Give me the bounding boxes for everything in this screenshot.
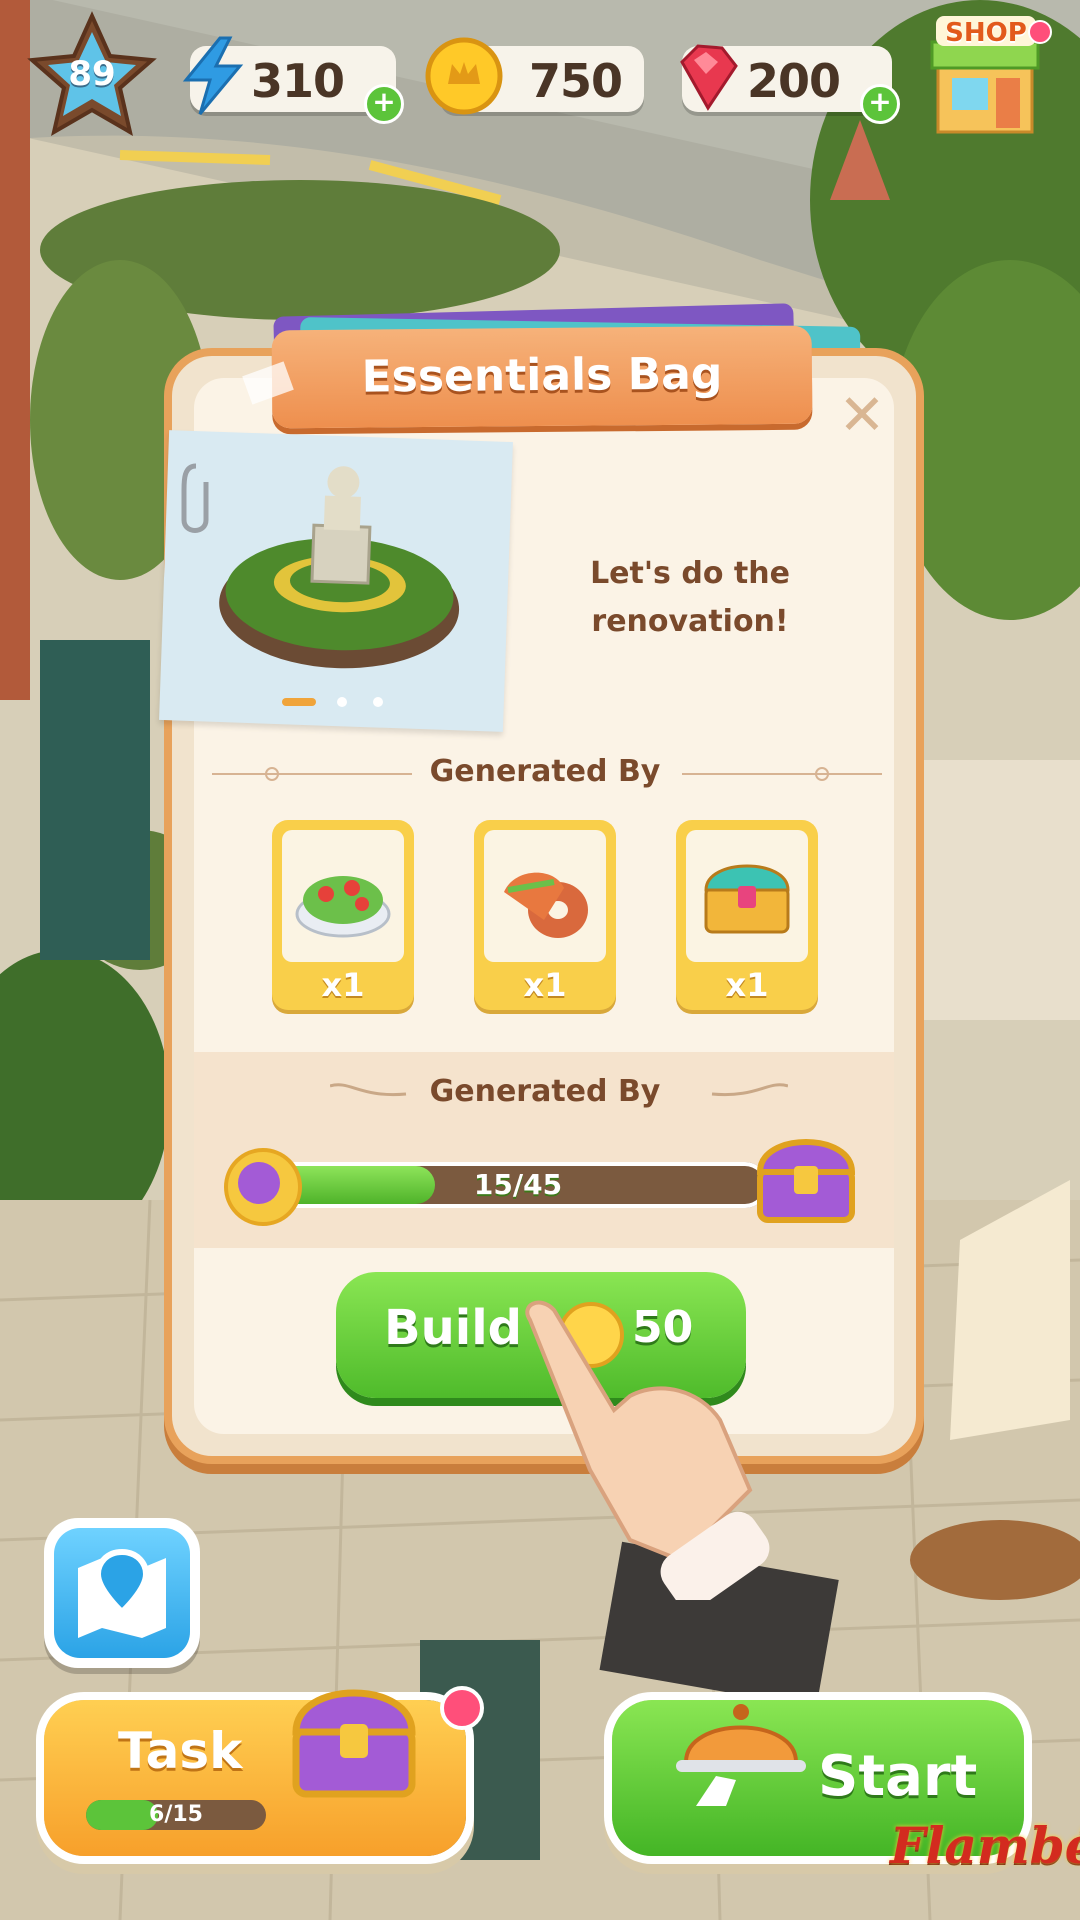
close-button[interactable]: ✕	[836, 388, 888, 444]
coin-value: 750	[528, 54, 623, 108]
task-progress-text: 6/15	[149, 1802, 203, 1827]
carousel-page-dots	[282, 697, 383, 707]
coin-counter: 750	[425, 37, 644, 115]
generator-item-slot[interactable]: x1	[272, 820, 414, 1010]
dialog-title: Essentials Bag	[361, 348, 723, 403]
energy-counter[interactable]: 310 +	[182, 36, 404, 124]
chef-hat-badge-icon	[224, 1148, 302, 1226]
map-pin-icon	[78, 1548, 166, 1638]
map-button[interactable]	[44, 1518, 200, 1668]
add-energy-button[interactable]: +	[364, 84, 404, 124]
start-label: Start	[818, 1744, 978, 1809]
treasure-chest-icon	[704, 864, 790, 934]
energy-value: 310	[250, 54, 345, 108]
shop-label: SHOP	[945, 18, 1027, 48]
item-quantity: x1	[321, 966, 365, 1004]
bagel-sandwich-icon	[504, 872, 588, 938]
dialog-title-banner: Essentials Bag	[271, 325, 813, 429]
task-progress-bar: 6/15	[86, 1800, 266, 1830]
generator-item-slot[interactable]: x1	[676, 820, 818, 1010]
flourish-right	[711, 1083, 788, 1097]
flourish-right	[682, 767, 882, 781]
item-quantity: x1	[523, 966, 567, 1004]
generator-item-slot[interactable]: x1	[474, 820, 616, 1010]
tutorial-pointing-hand-icon	[525, 1300, 770, 1600]
dialog-tagline: Let's do the renovation!	[590, 556, 790, 639]
game-logo: Flambé	[890, 1816, 1080, 1875]
gem-counter[interactable]: 200 +	[680, 44, 900, 124]
item-frame	[282, 830, 404, 962]
serving-cloche-icon	[676, 1704, 806, 1806]
reward-progress-text: 15/45	[473, 1168, 563, 1201]
item-frame	[484, 830, 606, 962]
shop-notification-dot	[1028, 20, 1052, 44]
salad-icon	[295, 876, 391, 938]
build-label: Build	[384, 1300, 523, 1356]
player-level-number: 89	[68, 54, 116, 94]
item-quantity: x1	[725, 966, 769, 1004]
paperclip-icon	[181, 463, 209, 533]
ruby-gem-icon	[680, 44, 738, 111]
lightning-bolt-icon	[182, 36, 244, 115]
reward-progress-bar: 15/45	[268, 1162, 768, 1208]
shop-button[interactable]: SHOP	[924, 12, 1052, 136]
task-notification-dot	[440, 1686, 484, 1730]
task-label: Task	[118, 1722, 243, 1780]
gem-value: 200	[746, 54, 841, 108]
reward-progress-title: Generated By	[429, 1074, 661, 1109]
task-button[interactable]: Task 6/15	[44, 1686, 484, 1856]
reward-chest-icon[interactable]	[750, 1126, 862, 1226]
item-frame	[686, 830, 808, 962]
task-chest-icon	[292, 1689, 416, 1798]
gold-coin-icon	[425, 37, 503, 115]
player-level-badge[interactable]: 89	[26, 10, 158, 142]
add-gems-button[interactable]: +	[860, 84, 900, 124]
